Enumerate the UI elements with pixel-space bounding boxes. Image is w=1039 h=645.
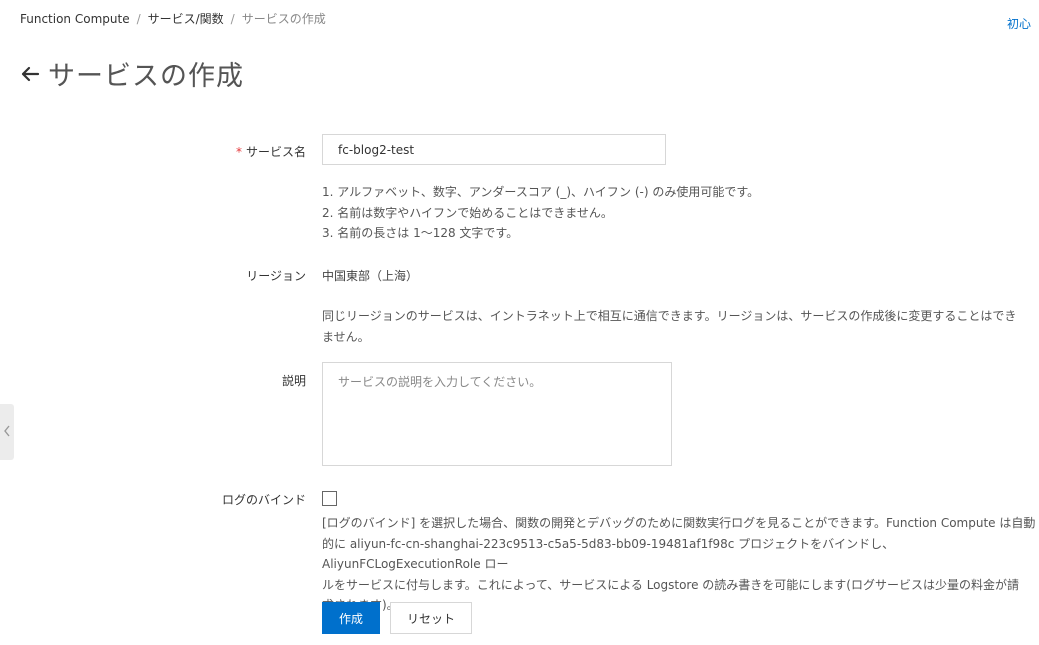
region-value: 中国東部（上海） <box>322 269 419 283</box>
sidebar-expand-handle[interactable] <box>0 404 14 460</box>
help-line: 2. 名前は数字やハイフンで始めることはできません。 <box>322 205 613 220</box>
service-name-input[interactable] <box>322 134 666 165</box>
description-textarea[interactable] <box>322 362 672 466</box>
help-line: ルをサービスに付与します。これによって、サービスによる Logstore の読み… <box>322 577 1019 592</box>
breadcrumb-item-current: サービスの作成 <box>241 12 326 26</box>
page-title: サービスの作成 <box>48 61 244 92</box>
service-name-label-text: サービス名 <box>245 145 306 159</box>
service-name-help: 1. アルファベット、数字、アンダースコア (_)、ハイフン (-) のみ使用可… <box>322 182 759 244</box>
chevron-left-icon <box>3 425 11 440</box>
help-line: 1. アルファベット、数字、アンダースコア (_)、ハイフン (-) のみ使用可… <box>322 185 760 199</box>
required-mark: * <box>235 145 242 159</box>
log-bind-help: [ログのバインド] を選択した場合、関数の開発とデバッグのために関数実行ログを見… <box>322 513 1039 616</box>
log-bind-checkbox[interactable] <box>322 491 337 506</box>
help-line: 的に aliyun-fc-cn-shanghai-223c9513-c5a5-5… <box>322 536 895 572</box>
beginner-link[interactable]: 初心 <box>1007 15 1031 32</box>
page-header: サービスの作成 <box>20 54 244 93</box>
log-bind-label: ログのバインド <box>221 493 306 507</box>
help-line: [ログのバインド] を選択した場合、関数の開発とデバッグのために関数実行ログを見… <box>322 516 1036 530</box>
description-label: 説明 <box>281 374 306 388</box>
breadcrumb-item-function-compute[interactable]: Function Compute <box>20 12 130 26</box>
region-label: リージョン <box>246 269 306 283</box>
breadcrumb: Function Compute / サービス/関数 / サービスの作成 <box>20 10 326 27</box>
breadcrumb-separator: / <box>136 11 141 26</box>
breadcrumb-item-services-functions[interactable]: サービス/関数 <box>148 10 224 27</box>
arrow-left-icon[interactable] <box>20 63 42 85</box>
region-help: 同じリージョンのサービスは、イントラネット上で相互に通信できます。リージョンは、… <box>322 306 1016 347</box>
help-line: 同じリージョンのサービスは、イントラネット上で相互に通信できます。リージョンは、… <box>322 309 1017 323</box>
service-name-label: * サービス名 <box>156 143 306 160</box>
breadcrumb-separator: / <box>230 11 235 26</box>
create-button[interactable]: 作成 <box>322 602 380 634</box>
help-line: ません。 <box>322 329 370 344</box>
help-line: 3. 名前の長さは 1〜128 文字です。 <box>322 226 519 240</box>
reset-button[interactable]: リセット <box>390 602 472 634</box>
